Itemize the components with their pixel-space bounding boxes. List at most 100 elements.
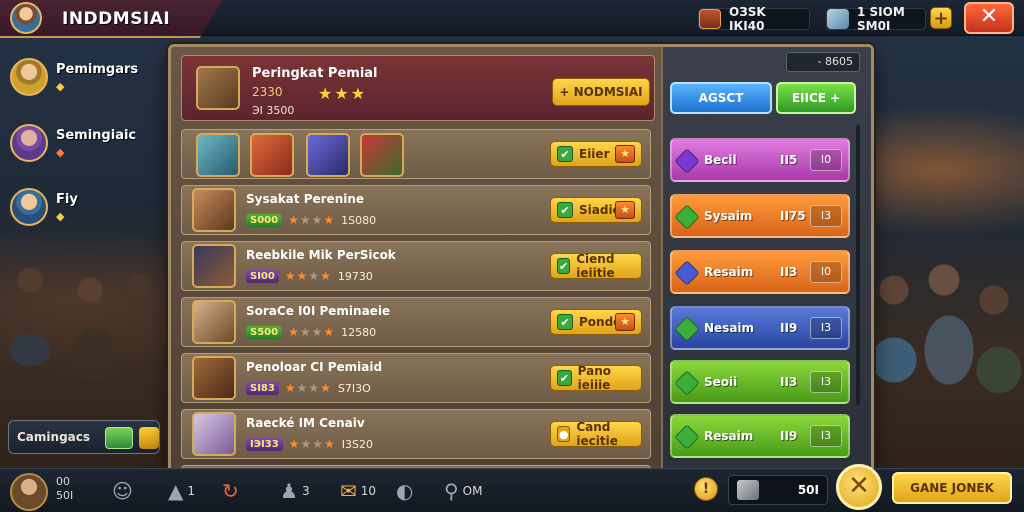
nav-mail-count: 10	[360, 484, 377, 498]
table-row[interactable]: Penoloar CI Pemiaid SI83 ★★★★ S7I3O ✔ Pa…	[181, 353, 651, 403]
stat-box[interactable]: I3	[810, 205, 842, 227]
cancel-button[interactable]: ✕	[836, 464, 882, 510]
stat-box[interactable]: I3	[810, 371, 842, 393]
tab-add[interactable]: EIICE +	[776, 82, 856, 114]
resource-gems[interactable]: 1 SIOM SM0I	[826, 5, 926, 33]
hero-portrait[interactable]	[196, 133, 240, 177]
star-rating: ★★★★	[288, 437, 336, 451]
row-action-button[interactable]: ● Cand iecitie	[550, 420, 642, 448]
reward-icon: ★	[615, 313, 635, 331]
check-icon	[674, 424, 700, 450]
row-action-label: Ciend ieiitie	[576, 252, 615, 280]
nav-army[interactable]: ▲ 1	[168, 479, 195, 503]
stat-box[interactable]: I3	[810, 425, 842, 447]
tent-icon: ▲	[168, 479, 184, 503]
hero-portrait[interactable]	[360, 133, 404, 177]
hero-action-label: Eiier	[579, 147, 610, 161]
table-row[interactable]: SoraCe I0I Peminaeie S500 ★★★★ 12580 ✔ P…	[181, 297, 651, 347]
check-icon	[674, 316, 700, 342]
game-join-button[interactable]: GANE JONEK	[892, 472, 1012, 504]
stat-row[interactable]: Sysaim II75 I3	[670, 194, 850, 238]
player-portrait	[192, 244, 236, 288]
top-player-portrait	[196, 66, 240, 110]
sidebar-item-fiy[interactable]: Fiy ◆	[8, 186, 168, 234]
player-name: SoraCe I0I Peminaeie	[246, 304, 391, 318]
stat-row[interactable]: Nesaim II9 I3	[670, 306, 850, 350]
scrollbar[interactable]	[856, 125, 860, 405]
stat-row[interactable]: Resaim II3 I0	[670, 250, 850, 294]
stat-box[interactable]: I0	[810, 149, 842, 171]
player-portrait	[192, 300, 236, 344]
nav-profile[interactable]: ☺	[112, 479, 133, 503]
close-button[interactable]: ✕	[964, 2, 1014, 34]
mail-icon: ✉	[340, 479, 357, 503]
nav-friends[interactable]: ♟ 3	[280, 479, 310, 503]
nav-refresh[interactable]: ↻	[222, 479, 239, 503]
stat-box[interactable]: I0	[810, 261, 842, 283]
nav-mail[interactable]: ✉ 10	[340, 479, 376, 503]
nav-shield[interactable]: ◐	[396, 479, 413, 503]
player-score: 1S080	[341, 213, 377, 227]
nav-search[interactable]: ⚲ OM	[444, 479, 482, 503]
challenges-button[interactable]: Camingacs	[8, 420, 160, 454]
nav-army-count: 1	[187, 484, 196, 498]
stat-value: II9	[780, 429, 798, 443]
table-row[interactable]: Reebkile Mik PerSicok SI00 ★★★★ 19730 ✔ …	[181, 241, 651, 291]
player-score: 12580	[341, 325, 377, 339]
sidebar-item-rankings[interactable]: Pemimgars ◆	[8, 56, 168, 104]
tab-active[interactable]: AGSCT	[670, 82, 772, 114]
cash-icon	[105, 427, 133, 449]
friends-icon: ♟	[280, 479, 298, 503]
profile-avatar[interactable]	[10, 473, 48, 511]
player-level-badge: IЭI33	[246, 437, 283, 451]
player-level-badge: SI00	[246, 269, 279, 283]
stat-row[interactable]: Seoii II3 I3	[670, 360, 850, 404]
row-action-button[interactable]: ✔ Siadie ★	[550, 197, 642, 223]
stat-value: II3	[780, 375, 798, 389]
player-stats: S500 ★★★★ 12580	[246, 325, 376, 339]
check-icon: ✔	[557, 146, 573, 162]
nav-search-count: OM	[462, 484, 483, 498]
hero-portrait[interactable]	[306, 133, 350, 177]
coin-icon: ●	[557, 426, 571, 442]
stat-row[interactable]: Resaim II9 I3	[670, 414, 850, 458]
sidebar-avatar	[10, 124, 48, 162]
sidebar-item-label: Semingiaic	[56, 128, 137, 143]
alert-coin-icon[interactable]: !	[694, 477, 718, 501]
sidebar-item-settings[interactable]: Semingiaic ◆	[8, 122, 168, 170]
check-icon: ✔	[557, 370, 572, 386]
player-level-badge: S000	[246, 213, 283, 227]
sidebar-item-badge: ◆	[56, 80, 65, 93]
hero-action-button[interactable]: ✔ Eiier ★	[550, 141, 642, 167]
row-action-button[interactable]: ✔ Ciend ieiitie	[550, 252, 642, 280]
add-gems-button[interactable]: +	[930, 7, 952, 29]
player-stats: SI00 ★★★★ 19730	[246, 269, 373, 283]
table-row[interactable]: Sysakat Perenine S000 ★★★★ 1S080 ✔ Siadi…	[181, 185, 651, 235]
stat-row[interactable]: Becil II5 I0	[670, 138, 850, 182]
resource-gems-value: 1 SIOM SM0I	[857, 5, 905, 33]
header-action-button[interactable]: + NODMSIAI	[552, 78, 650, 106]
row-action-button[interactable]: ✔ Pano ieiiie	[550, 364, 642, 392]
player-plate[interactable]: INDDMSIAI	[0, 0, 222, 38]
search-icon: ⚲	[444, 479, 459, 503]
hero-row: ✔ Eiier ★	[181, 129, 651, 179]
row-action-button[interactable]: ✔ Pondo ★	[550, 309, 642, 335]
player-name: INDDMSIAI	[62, 9, 171, 29]
row-action-label: Pano ieiiie	[577, 364, 611, 392]
ranking-list: Peringkat Pemial 2330 ★★★ ЭI 3500 + NODM…	[171, 47, 661, 481]
resource-gold[interactable]: OЗSK IКI40	[698, 5, 810, 33]
hero-portrait[interactable]	[250, 133, 294, 177]
player-portrait	[192, 356, 236, 400]
player-name: Sysakat Perenine	[246, 192, 365, 206]
diamond-icon	[674, 260, 700, 286]
check-icon	[674, 370, 700, 396]
player-avatar[interactable]	[10, 2, 42, 34]
top-player-card[interactable]: Peringkat Pemial 2330 ★★★ ЭI 3500 + NODM…	[181, 55, 655, 121]
table-row[interactable]: Raecké IM Cenaiv IЭI33 ★★★★ I3S20 ● Cand…	[181, 409, 651, 459]
sidebar-avatar	[10, 58, 48, 96]
diamond-icon	[674, 148, 700, 174]
silver-counter: 50I	[728, 475, 828, 505]
challenges-label: Camingacs	[17, 430, 91, 444]
stat-box[interactable]: I3	[810, 317, 842, 339]
player-stats: S000 ★★★★ 1S080	[246, 213, 376, 227]
